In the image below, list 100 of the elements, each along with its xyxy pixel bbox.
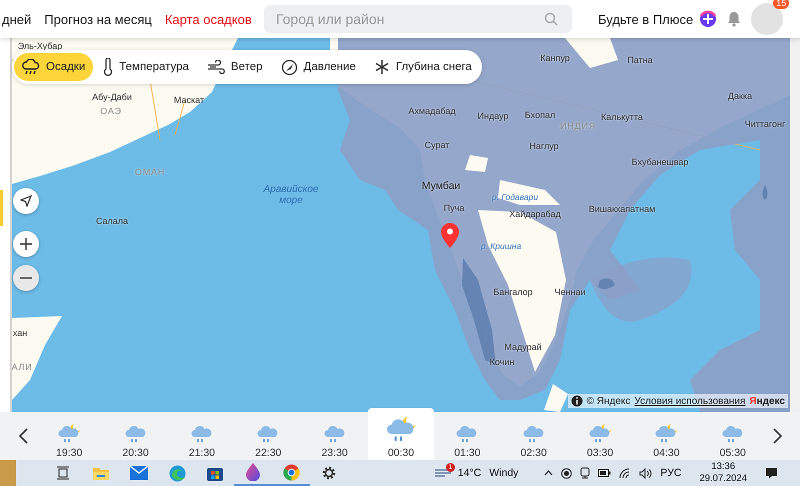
wifi-icon[interactable]	[619, 468, 632, 478]
language-indicator[interactable]: РУС	[660, 467, 682, 479]
city-label: Индаур	[478, 111, 508, 121]
gauge-icon	[280, 58, 298, 76]
notification-badge: 15	[773, 0, 790, 9]
record-icon[interactable]	[561, 468, 572, 478]
wind-icon	[206, 60, 225, 74]
time-slot[interactable]: 19:30	[36, 408, 102, 460]
drop-icon	[245, 463, 261, 481]
river-label: р. Кришна	[480, 241, 522, 251]
city-label: Кочин	[490, 357, 514, 367]
camera-icon[interactable]	[580, 467, 590, 479]
time-slot[interactable]: 04:30	[633, 408, 700, 460]
rain-cloud-icon	[124, 423, 148, 445]
country-label: ОАЭ	[100, 106, 122, 116]
river-label: р. Годавари	[492, 192, 538, 202]
sea-label: Аравийское море	[262, 184, 320, 206]
mail-icon	[130, 466, 148, 480]
time-slot[interactable]: 20:30	[102, 408, 169, 460]
time-slot[interactable]: 00:30	[368, 408, 434, 460]
chevron-left-icon	[18, 428, 28, 444]
plus-promo-link[interactable]: Будьте в Плюсе	[598, 12, 694, 26]
city-label: Бхубанешвар	[632, 157, 688, 167]
city-label: Дакка	[728, 91, 752, 101]
layer-tab[interactable]: Ветер	[198, 54, 271, 80]
time-slot[interactable]: 03:30	[566, 408, 634, 460]
rain-cloud-icon	[522, 423, 546, 445]
city-label: хан	[12, 328, 28, 338]
layer-tab[interactable]: Температура	[95, 52, 197, 82]
layer-tab[interactable]: Осадки	[14, 53, 94, 81]
start-picture[interactable]	[0, 460, 16, 486]
chrome-icon	[282, 464, 300, 480]
layer-tab[interactable]: Глубина снега	[366, 53, 480, 81]
city-label: Мумбаи	[422, 180, 460, 192]
rain-cloud-icon	[322, 423, 347, 445]
nav-link[interactable]: Прогноз на месяц	[44, 12, 152, 26]
battery-icon[interactable]	[598, 469, 612, 477]
city-label: Пуча	[444, 203, 464, 213]
navigation-arrow-icon	[20, 195, 32, 207]
time-slot[interactable]: 05:30	[700, 408, 766, 460]
city-label: Маскат	[174, 95, 204, 105]
folder-icon	[92, 466, 110, 480]
time-slot[interactable]: 01:30	[434, 408, 501, 460]
rain-cloud-icon	[190, 423, 214, 445]
thermometer-icon	[103, 58, 114, 76]
temperature-text: 14°C	[458, 467, 482, 479]
rain-cloud-icon	[256, 423, 280, 445]
notification-icon[interactable]	[765, 467, 778, 479]
moon-rain-cloud-icon	[588, 423, 612, 445]
nav-link[interactable]: Карта осадков	[164, 12, 252, 26]
browser-icon	[168, 464, 186, 482]
moon-rain-cloud-icon	[654, 423, 678, 445]
chevron-up-icon[interactable]	[544, 470, 554, 476]
time-slot[interactable]: 23:30	[301, 408, 368, 460]
plus-icon	[20, 238, 32, 250]
time-slot[interactable]: 21:30	[168, 408, 236, 460]
rain-cloud-icon	[720, 423, 745, 445]
nav-link[interactable]: дней	[2, 12, 32, 26]
city-label: Бхопал	[524, 110, 556, 120]
store-icon	[207, 465, 223, 481]
speaker-icon[interactable]	[639, 468, 652, 478]
city-label: Читтагонг	[744, 119, 786, 129]
location-pin-icon	[440, 222, 460, 248]
city-label: Абу-Даби	[92, 92, 132, 102]
city-label: Наглур	[529, 141, 559, 151]
logo-text: Яндекс	[749, 396, 785, 406]
info-icon[interactable]	[570, 395, 583, 407]
terms-link[interactable]: Условия использования	[634, 396, 746, 406]
country-label: АЛИ	[12, 362, 32, 372]
city-label: Эль-Хубар	[18, 41, 62, 51]
rain-cloud-icon	[22, 59, 40, 75]
copyright-text: © Яндекс	[586, 396, 630, 406]
search-icon	[544, 12, 558, 26]
scrollbar[interactable]	[790, 38, 800, 412]
country-label: ОМАН	[134, 167, 166, 177]
city-label: Сурат	[424, 140, 450, 150]
city-label: Патна	[627, 55, 653, 65]
weather-condition-text: Windy	[489, 467, 518, 479]
chevron-right-icon	[772, 428, 782, 444]
layer-tab[interactable]: Давление	[272, 52, 364, 82]
time-slot[interactable]: 22:30	[235, 408, 302, 460]
moon-rain-cloud-icon	[57, 423, 82, 445]
clock[interactable]: 13:36 29.07.2024	[699, 461, 747, 485]
snowflake-icon	[374, 59, 390, 75]
wind-icon	[434, 467, 452, 479]
task-view-icon	[56, 466, 70, 480]
rain-cloud-icon	[455, 423, 480, 445]
time-slot[interactable]: 02:30	[500, 408, 567, 460]
bell-icon[interactable]	[727, 11, 742, 27]
city-label: Вишакхапатнам	[588, 204, 656, 214]
city-label: Калькутта	[601, 112, 643, 122]
city-label: Канпур	[540, 53, 570, 63]
city-label: Бангалор	[493, 287, 533, 297]
gear-icon	[321, 465, 337, 481]
city-label: Салала	[96, 216, 128, 226]
city-label: Ахмадабад	[408, 106, 456, 116]
country-label: ИНДИЯ	[560, 121, 596, 131]
minus-icon	[20, 277, 32, 279]
plus-icon[interactable]	[699, 10, 718, 28]
search-field[interactable]: Город или район	[264, 5, 572, 33]
